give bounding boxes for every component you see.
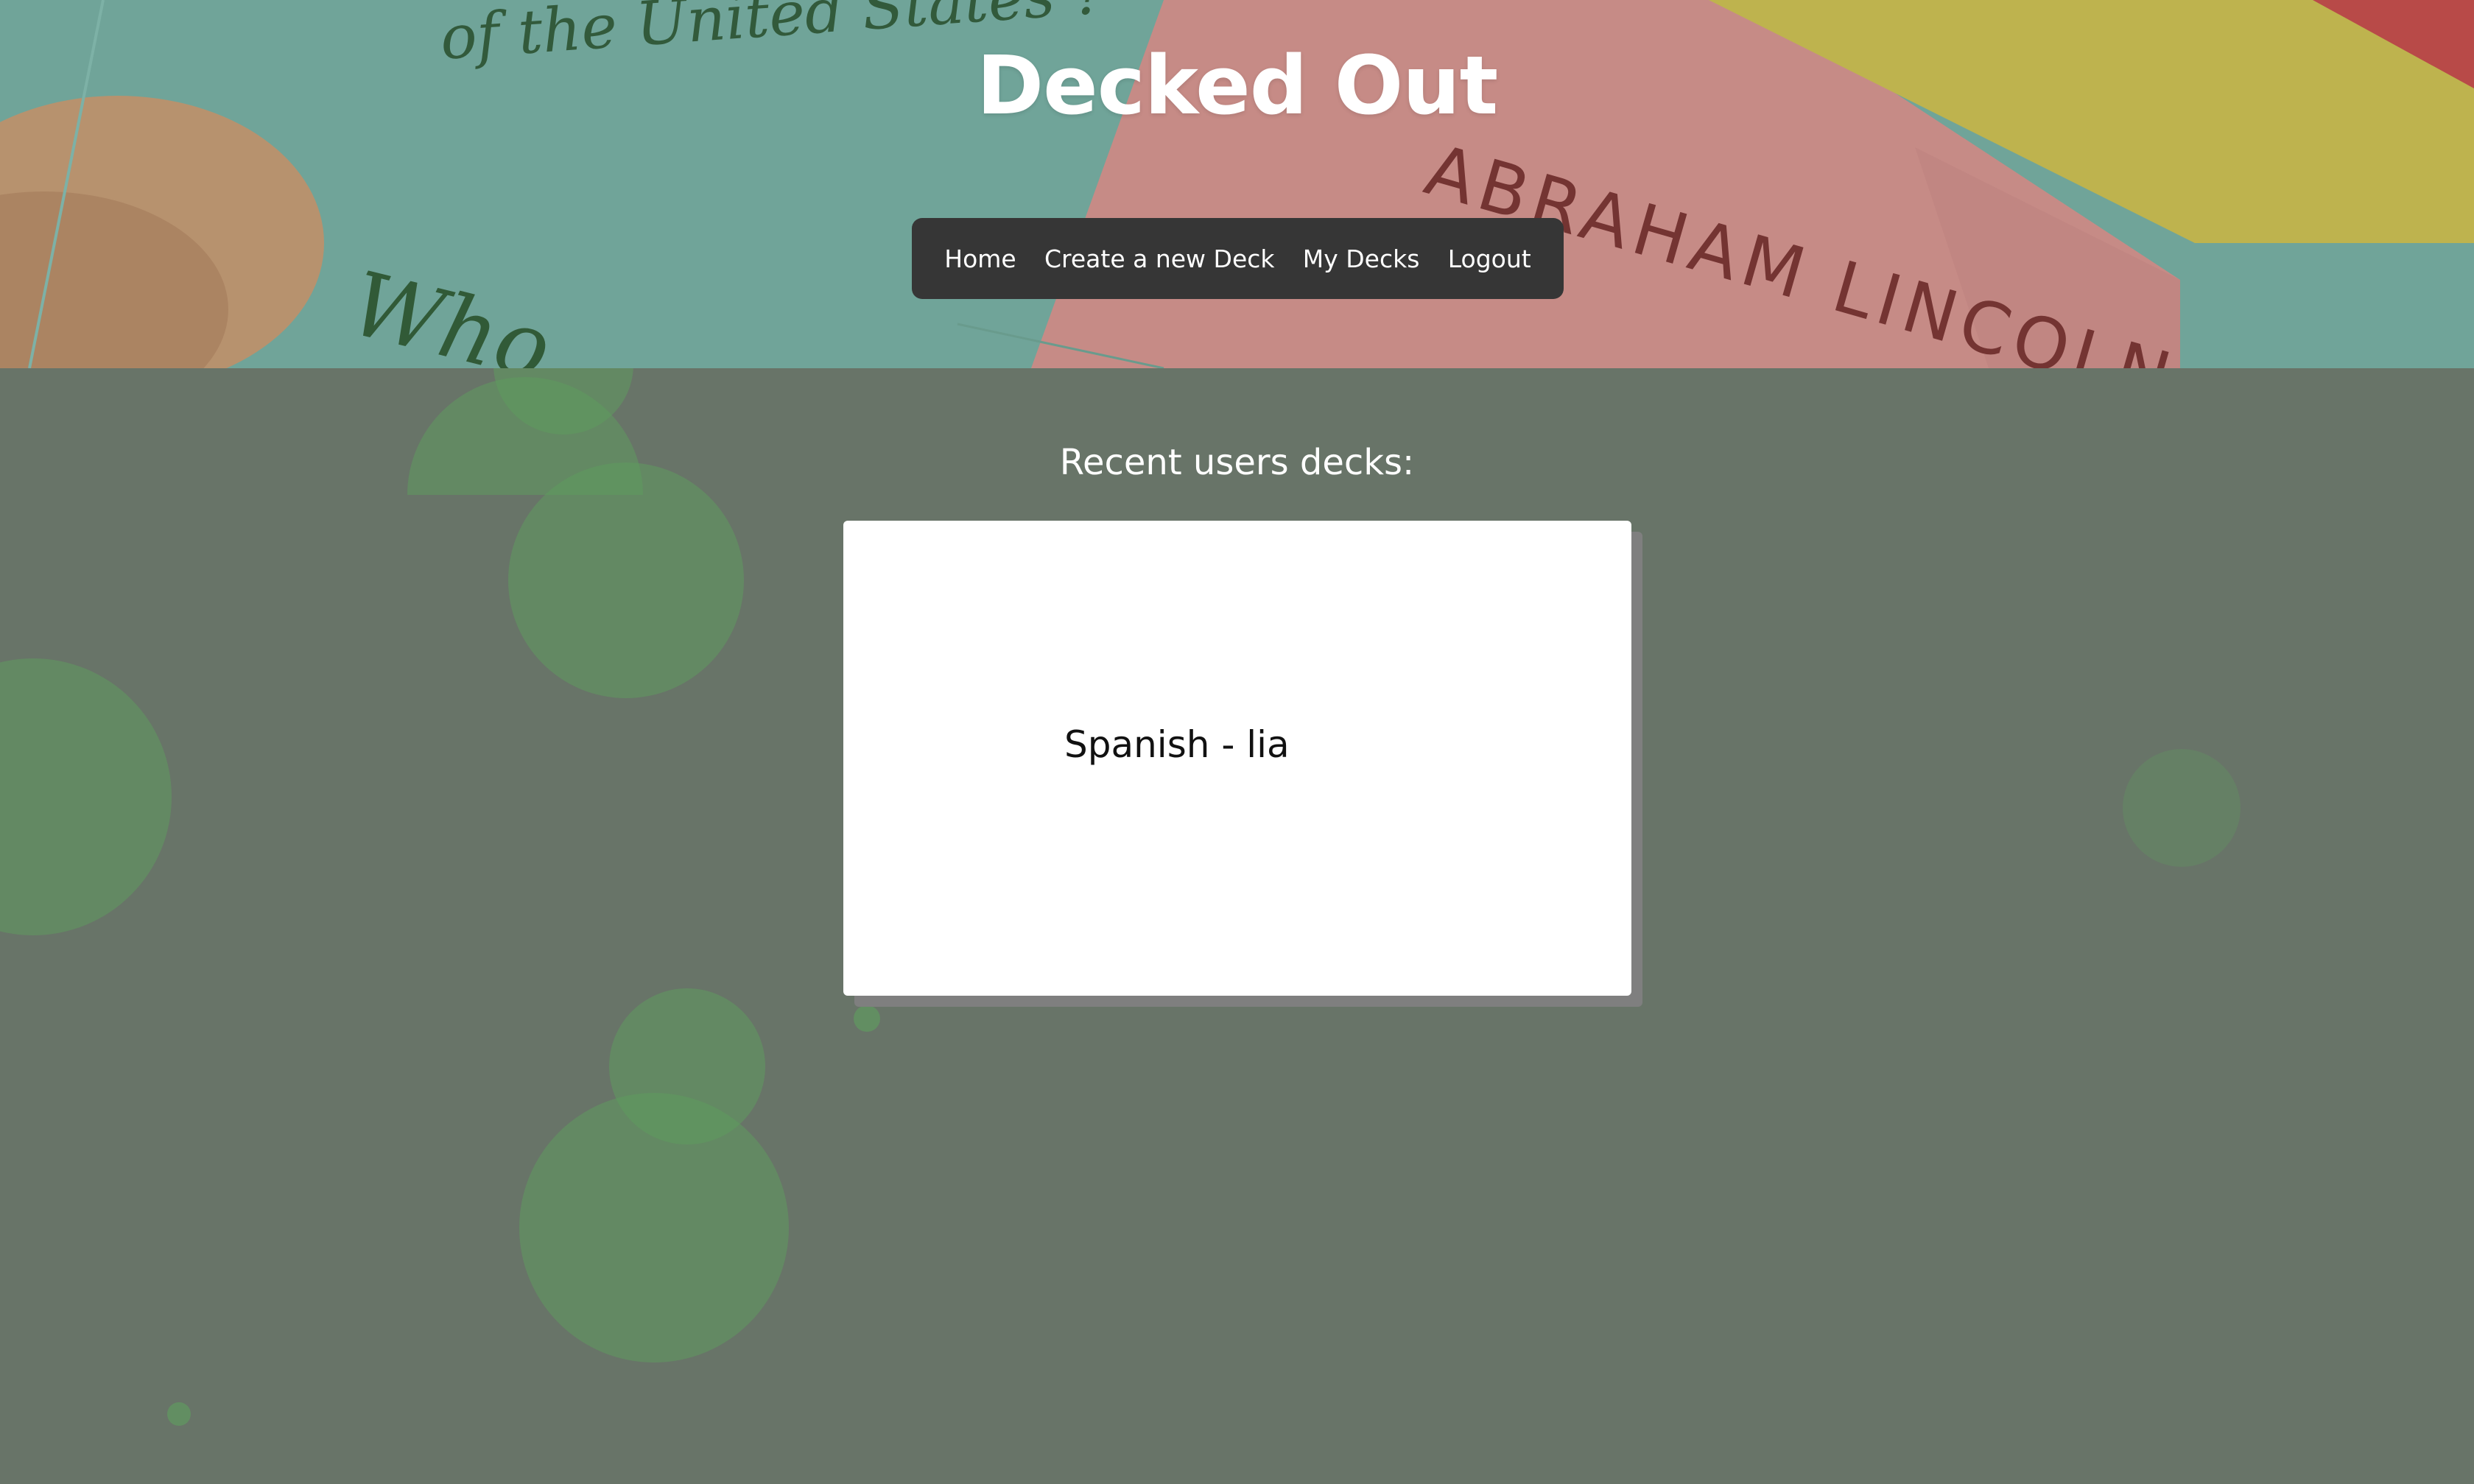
site-title: Decked Out (976, 38, 1498, 133)
nav-logout-link[interactable]: Logout (1448, 245, 1531, 273)
main-navbar: Home Create a new Deck My Decks Logout (912, 218, 1564, 299)
deck-title[interactable]: Spanish - lia (1064, 723, 1290, 766)
recent-decks-section: Recent users decks: Spanish - lia (0, 368, 2474, 1484)
recent-decks-heading: Recent users decks: (1059, 442, 1415, 483)
nav-home-link[interactable]: Home (944, 245, 1016, 273)
nav-my-decks-link[interactable]: My Decks (1303, 245, 1420, 273)
hero-header: of the United States ? Who ABRAHAM LINCO… (0, 0, 2474, 368)
deck-card[interactable]: Spanish - lia (843, 521, 1631, 996)
nav-create-deck-link[interactable]: Create a new Deck (1044, 245, 1275, 273)
